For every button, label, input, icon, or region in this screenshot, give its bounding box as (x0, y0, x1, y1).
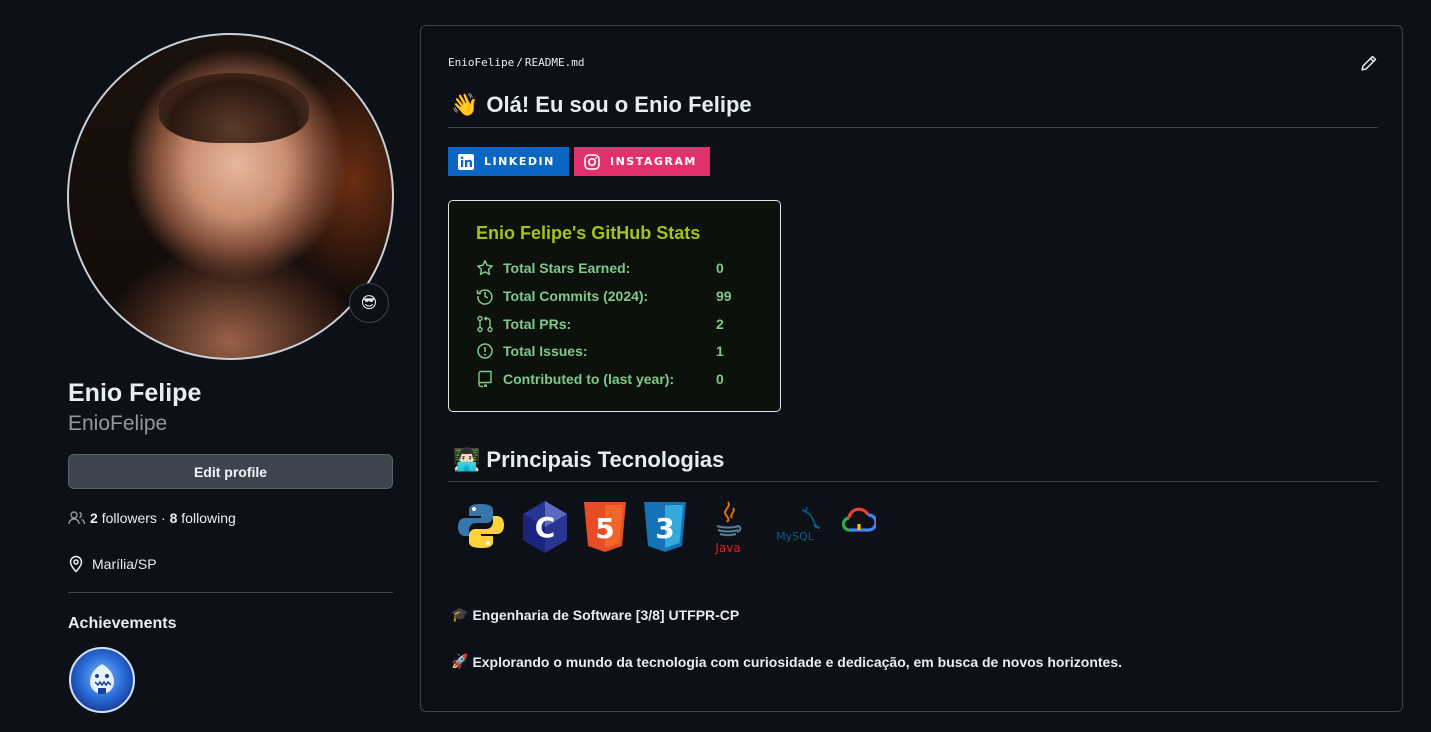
readme-heading: 👋 Olá! Eu sou o Enio Felipe (451, 92, 752, 118)
history-icon (476, 289, 493, 305)
stat-label: Total PRs: (503, 316, 572, 332)
linkedin-badge[interactable]: LINKEDIN (448, 147, 569, 176)
wave-emoji: 👋 (451, 92, 479, 117)
achievements-title: Achievements (68, 615, 177, 632)
followers-link[interactable]: 2 followers (90, 510, 157, 526)
stat-label: Total Issues: (503, 343, 588, 359)
stat-label: Total Stars Earned: (503, 260, 631, 276)
python-logo-icon[interactable] (457, 500, 505, 552)
profile-username: EnioFelipe (68, 412, 168, 435)
mysql-logo[interactable]: MySQL (767, 500, 827, 550)
mysql-dolphin-icon: MySQL (776, 506, 821, 543)
stat-row-contributed: Contributed to (last year): 0 (476, 370, 724, 388)
status-emoji-button[interactable]: 😎 (349, 283, 389, 323)
stat-row-commits: Total Commits (2024): 99 (476, 287, 732, 305)
shark-icon (90, 664, 114, 694)
status-emoji: 😎 (360, 295, 378, 312)
technologist-emoji: 👨🏻‍💻 (453, 447, 481, 472)
mission-text: Explorando o mundo da tecnologia com cur… (472, 653, 1123, 670)
java-cup-icon: Java (714, 501, 742, 555)
instagram-icon (584, 153, 600, 170)
following-link[interactable]: 8 following (170, 510, 236, 526)
avatar[interactable] (67, 33, 394, 360)
issue-icon (477, 343, 493, 359)
readme-breadcrumb: EnioFelipe / README.md (448, 56, 584, 69)
google-cloud-logo[interactable] (839, 500, 879, 540)
java-wordmark: Java (714, 541, 740, 555)
instagram-badge[interactable]: INSTAGRAM (574, 147, 710, 176)
star-icon (477, 260, 493, 276)
stat-value: 0 (716, 371, 724, 387)
google-cloud-icon (842, 507, 876, 532)
stat-label: Total Commits (2024): (503, 288, 649, 304)
github-stats-card[interactable]: Enio Felipe's GitHub Stats Total Stars E… (448, 200, 781, 412)
people-icon (68, 511, 86, 525)
css3-logo[interactable]: 3 (641, 500, 689, 554)
c-letter: C (535, 511, 556, 544)
location-text: Marília/SP (92, 556, 157, 572)
linkedin-badge-label: LINKEDIN (484, 155, 555, 168)
follow-stats: 2 followers · 8 following (68, 510, 236, 526)
mission-line: 🚀 Explorando o mundo da tecnologia com c… (451, 653, 1122, 670)
tech-heading: 👨🏻‍💻 Principais Tecnologias (453, 447, 724, 473)
followers-label: followers (101, 510, 157, 526)
mysql-wordmark: MySQL (776, 530, 815, 543)
html5-number: 5 (595, 512, 614, 545)
profile-full-name: Enio Felipe (68, 379, 202, 407)
edit-profile-button[interactable]: Edit profile (68, 454, 393, 489)
breadcrumb-slash: / (516, 56, 523, 69)
stat-value: 0 (716, 260, 724, 276)
readme-owner-link[interactable]: EnioFelipe (448, 56, 514, 69)
css3-number: 3 (655, 512, 674, 545)
stat-value: 99 (716, 288, 732, 304)
followers-count: 2 (90, 510, 98, 526)
java-logo[interactable]: Java (706, 500, 750, 556)
readme-title: Olá! Eu sou o Enio Felipe (486, 92, 752, 117)
pencil-icon[interactable] (1360, 54, 1378, 72)
tech-rule (448, 481, 1378, 482)
location-pin-icon (69, 555, 83, 573)
html5-shield-icon: 5 (584, 502, 626, 552)
c-language-logo[interactable]: C (520, 500, 570, 554)
css3-shield-icon: 3 (644, 502, 686, 552)
rocket-emoji: 🚀 (451, 653, 469, 669)
stat-row-stars: Total Stars Earned: 0 (476, 259, 724, 277)
avatar-hair-shade (159, 73, 309, 143)
stat-value: 1 (716, 343, 724, 359)
readme-file-link[interactable]: README.md (525, 56, 585, 69)
sidebar-divider (68, 592, 393, 593)
follow-separator: · (160, 510, 166, 526)
stat-label: Contributed to (last year): (503, 371, 675, 387)
repo-icon (478, 370, 492, 388)
graduation-cap-emoji: 🎓 (451, 606, 469, 622)
python-icon (458, 504, 504, 548)
instagram-badge-label: INSTAGRAM (610, 155, 697, 168)
achievement-shark-badge[interactable] (69, 647, 135, 713)
stats-title: Enio Felipe's GitHub Stats (476, 223, 701, 243)
following-count: 8 (169, 510, 178, 526)
linkedin-icon (458, 153, 474, 170)
readme-card: EnioFelipe / README.md 👋 Olá! Eu sou o Eni… (420, 25, 1403, 712)
location: Marília/SP (68, 555, 157, 573)
avatar-container: 😎 (67, 33, 394, 360)
education-line: 🎓 Engenharia de Software [3/8] UTFPR-CP (451, 606, 739, 623)
heading-rule (448, 127, 1378, 128)
pull-request-icon (477, 315, 493, 333)
tech-title: Principais Tecnologias (486, 447, 725, 472)
stat-value: 2 (716, 316, 724, 332)
stat-row-issues: Total Issues: 1 (476, 342, 724, 360)
education-text: Engenharia de Software [3/8] UTFPR-CP (472, 606, 740, 623)
following-label: following (181, 510, 236, 526)
c-hexagon-icon: C (523, 501, 567, 553)
stat-row-prs: Total PRs: 2 (476, 315, 724, 333)
html5-logo[interactable]: 5 (581, 500, 629, 554)
